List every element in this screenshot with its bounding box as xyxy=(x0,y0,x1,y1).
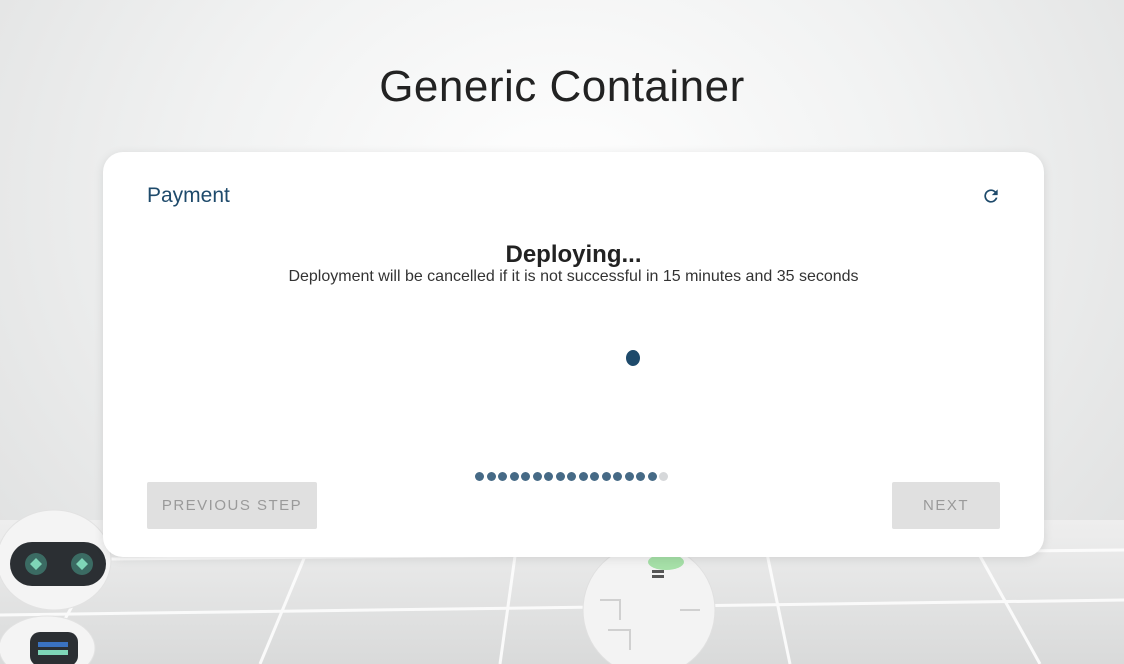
refresh-icon xyxy=(984,189,998,203)
step-title: Payment xyxy=(147,184,230,207)
progress-dot-complete xyxy=(567,472,576,481)
progress-dot-complete xyxy=(636,472,645,481)
progress-dot-complete xyxy=(532,472,542,481)
deployment-status-heading: Deploying... xyxy=(505,241,642,268)
robot-illustration-center xyxy=(582,543,716,664)
loading-spinner xyxy=(626,350,640,366)
progress-dot-complete xyxy=(475,472,484,481)
robot-illustration-left xyxy=(0,509,112,664)
progress-dot-complete xyxy=(578,472,588,481)
progress-dot-complete xyxy=(601,472,611,481)
next-button[interactable]: NEXT xyxy=(892,482,1000,529)
page-title: Generic Container xyxy=(379,62,745,111)
progress-dot-pending xyxy=(659,472,668,481)
step-progress-indicator xyxy=(475,472,668,481)
deployment-timeout-message: Deployment will be cancelled if it is no… xyxy=(288,268,859,285)
progress-dot-complete xyxy=(509,472,519,481)
progress-dot-complete xyxy=(555,472,565,481)
progress-dot-complete xyxy=(486,472,496,481)
progress-dot-complete xyxy=(647,472,657,481)
progress-dot-complete xyxy=(613,472,622,481)
deployment-wizard-card: Payment Deploying... Deployment will be … xyxy=(103,152,1044,557)
progress-dot-complete xyxy=(544,472,553,481)
previous-step-button[interactable]: PREVIOUS STEP xyxy=(147,482,317,529)
progress-dot-complete xyxy=(624,472,634,481)
progress-dot-complete xyxy=(498,472,507,481)
refresh-button[interactable] xyxy=(979,184,1003,208)
progress-dot-complete xyxy=(521,472,530,481)
progress-dot-complete xyxy=(590,472,599,481)
